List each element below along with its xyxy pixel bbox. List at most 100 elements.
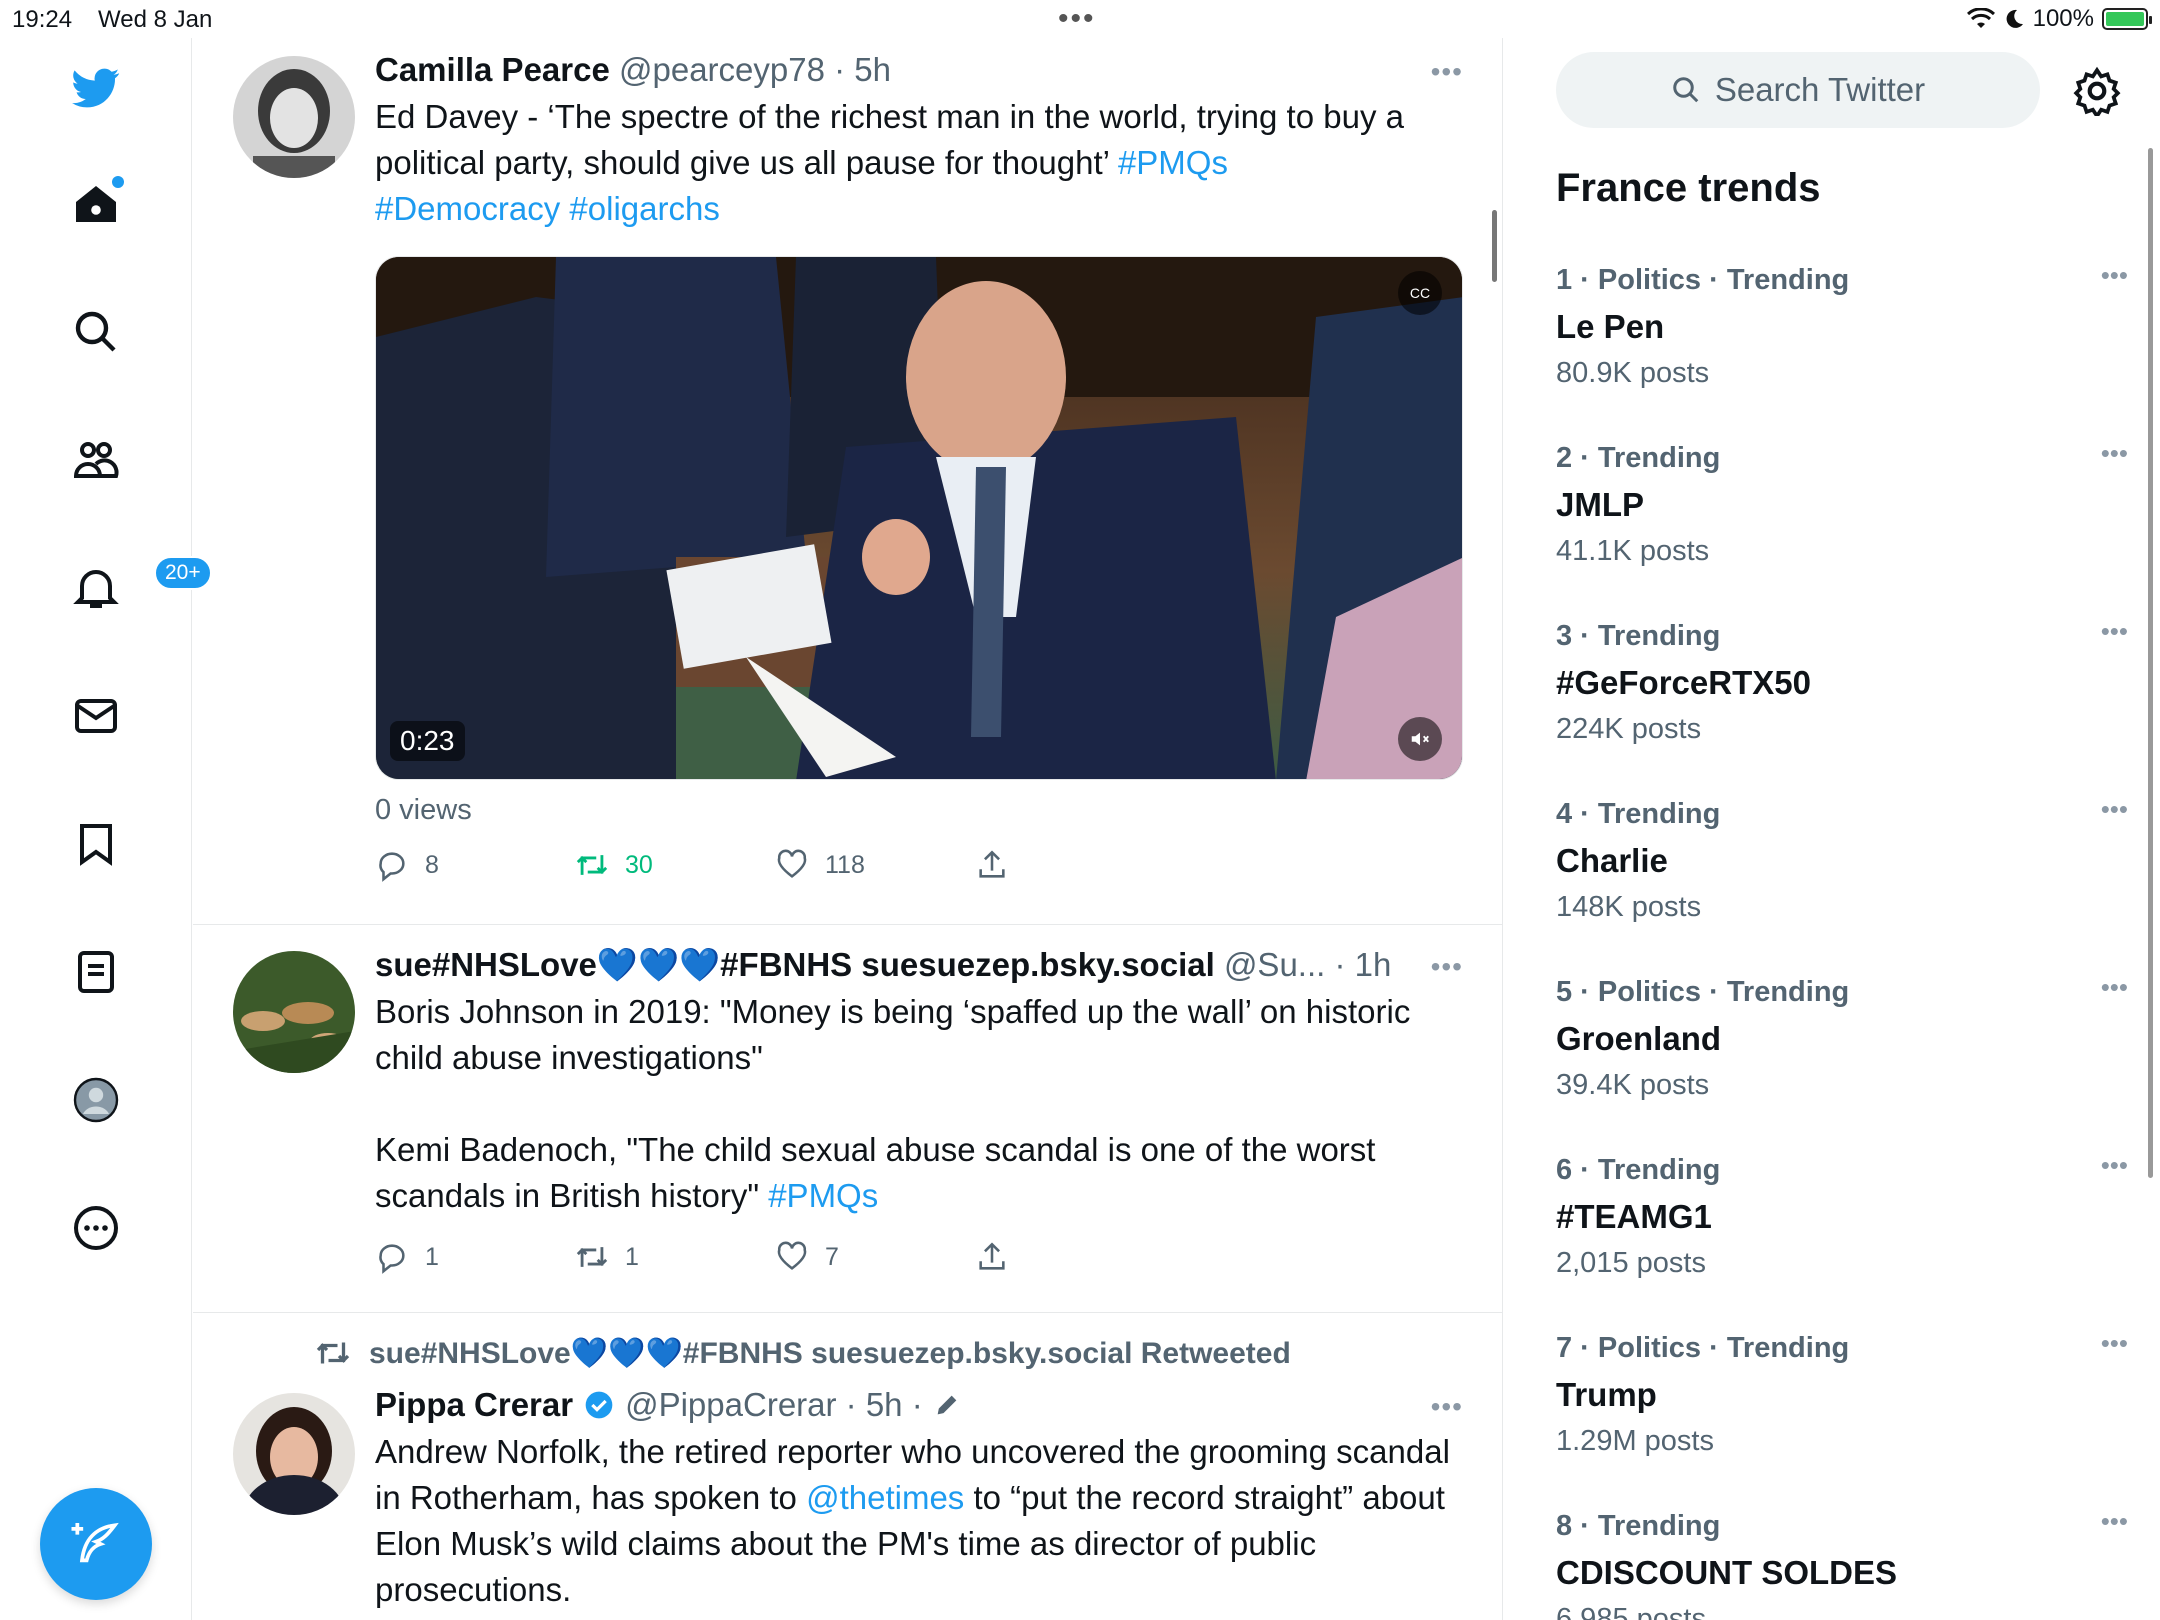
trend-count: 1.29M posts: [1556, 1425, 1714, 1457]
nav-profile[interactable]: [64, 1068, 128, 1132]
twitter-logo-icon[interactable]: [64, 56, 128, 120]
battery-percent: 100%: [2032, 5, 2094, 32]
trend-count: 224K posts: [1556, 713, 1702, 745]
share-button[interactable]: [975, 1240, 1175, 1274]
tweet-more-icon[interactable]: •••: [1431, 1391, 1463, 1423]
like-count: 118: [825, 850, 865, 879]
like-count: 7: [825, 1242, 839, 1271]
nav-notifications[interactable]: 20+: [64, 556, 212, 620]
retweet-icon: [576, 855, 608, 875]
trend-item[interactable]: 5 · Politics · Trending Groenland 39.4K …: [1556, 972, 2128, 1108]
tweet-handle-time[interactable]: @Su... · 1h: [1224, 946, 1391, 983]
trend-name: Trump: [1556, 1376, 1657, 1413]
trend-count: 148K posts: [1556, 891, 1702, 923]
trend-more-icon[interactable]: •••: [2101, 616, 2128, 647]
muted-speaker-icon: [1411, 732, 1429, 746]
nav-explore[interactable]: [64, 300, 128, 364]
retweet-button[interactable]: 30: [575, 848, 775, 882]
nav-home[interactable]: [64, 172, 128, 236]
trend-name: Groenland: [1556, 1020, 1722, 1057]
nav-communities[interactable]: [64, 428, 128, 492]
avatar[interactable]: [233, 951, 355, 1073]
tweet-text: Boris Johnson in 2019: "Money is being ‘…: [375, 993, 1411, 1214]
reply-count: 8: [425, 850, 439, 879]
trend-name: #TEAMG1: [1556, 1198, 1712, 1235]
reply-count: 1: [425, 1242, 439, 1271]
right-sidebar: Search Twitter France trends 1 · Politic…: [1504, 38, 2160, 1620]
like-button[interactable]: 7: [775, 1240, 975, 1274]
hashtag-link[interactable]: #PMQs: [1118, 144, 1228, 181]
multitasking-dots[interactable]: •••: [1058, 2, 1096, 36]
gear-icon[interactable]: [2072, 66, 2122, 116]
wifi-icon: [1966, 8, 1995, 28]
trend-more-icon[interactable]: •••: [2101, 260, 2128, 291]
reply-icon: [379, 1244, 405, 1274]
more-circle-icon: [74, 1206, 118, 1250]
trend-more-icon[interactable]: •••: [2101, 794, 2128, 825]
video-duration: 0:23: [390, 721, 465, 761]
tweet-more-icon[interactable]: •••: [1431, 56, 1463, 88]
envelope-icon: [75, 699, 117, 733]
home-unread-dot: [112, 176, 124, 188]
trend-count: 2,015 posts: [1556, 1247, 1706, 1279]
tweet[interactable]: sue#NHSLove💙💙💙#FBNHS suesuezep.bsky.soci…: [193, 925, 1502, 1313]
feather-plus-icon: [71, 1522, 119, 1563]
trend-item[interactable]: 4 · Trending Charlie 148K posts •••: [1556, 794, 2128, 930]
tweet-handle-time[interactable]: @PippaCrerar · 5h ·: [625, 1385, 923, 1425]
nav-lists[interactable]: [64, 940, 128, 1004]
trend-more-icon[interactable]: •••: [2101, 972, 2128, 1003]
retweet-icon: [316, 1342, 350, 1364]
sidebar-scrollbar[interactable]: [2148, 148, 2153, 1178]
trend-more-icon[interactable]: •••: [2101, 1506, 2128, 1537]
reply-button[interactable]: 1: [375, 1240, 575, 1274]
avatar[interactable]: [233, 56, 355, 178]
trend-item[interactable]: 3 · Trending #GeForceRTX50 224K posts ••…: [1556, 616, 2128, 752]
trend-item[interactable]: 1 · Politics · Trending Le Pen 80.9K pos…: [1556, 260, 2128, 396]
hashtag-link[interactable]: #PMQs: [768, 1177, 878, 1214]
captions-button[interactable]: CC: [1398, 271, 1442, 315]
trend-item[interactable]: 2 · Trending JMLP 41.1K posts •••: [1556, 438, 2128, 574]
tweet[interactable]: Camilla Pearce @pearceyp78 · 5h Ed Davey…: [193, 38, 1502, 925]
retweet-button[interactable]: 1: [575, 1240, 775, 1274]
trend-item[interactable]: 7 · Politics · Trending Trump 1.29M post…: [1556, 1328, 2128, 1464]
timeline-scrollbar[interactable]: [1492, 210, 1497, 282]
trend-more-icon[interactable]: •••: [2101, 1328, 2128, 1359]
trend-more-icon[interactable]: •••: [2101, 1150, 2128, 1181]
trend-name: Le Pen: [1556, 308, 1665, 345]
tweet-author-name[interactable]: sue#NHSLove💙💙💙#FBNHS suesuezep.bsky.soci…: [375, 946, 1215, 983]
retweet-count: 30: [625, 850, 653, 879]
retweeted-by[interactable]: sue#NHSLove💙💙💙#FBNHS suesuezep.bsky.soci…: [315, 1335, 1291, 1371]
share-button[interactable]: [975, 848, 1175, 882]
trend-item[interactable]: 6 · Trending #TEAMG1 2,015 posts •••: [1556, 1150, 2128, 1286]
compose-tweet-button[interactable]: [40, 1488, 152, 1600]
communities-icon: [73, 442, 119, 478]
hashtag-link[interactable]: #oligarchs: [569, 190, 719, 227]
trend-name: CDISCOUNT SOLDES: [1556, 1554, 1898, 1591]
tweet-handle-time[interactable]: @pearceyp78 · 5h: [619, 51, 891, 88]
search-input[interactable]: Search Twitter: [1556, 52, 2040, 128]
sidebar-nav: 20+: [0, 38, 212, 1620]
trends-title: France trends: [1556, 166, 1821, 210]
hashtag-link[interactable]: #Democracy: [375, 190, 560, 227]
nav-bookmarks[interactable]: [64, 812, 128, 876]
tweet-author-name[interactable]: Pippa Crerar: [375, 1385, 573, 1425]
tweet-more-icon[interactable]: •••: [1431, 951, 1463, 983]
tweet[interactable]: sue#NHSLove💙💙💙#FBNHS suesuezep.bsky.soci…: [193, 1313, 1502, 1620]
trend-item[interactable]: 8 · Trending CDISCOUNT SOLDES 6,985 post…: [1556, 1506, 2128, 1620]
tweet-author-name[interactable]: Camilla Pearce: [375, 51, 610, 88]
mention-link[interactable]: @thetimes: [806, 1479, 964, 1516]
nav-more[interactable]: [64, 1196, 128, 1260]
bookmark-icon: [80, 824, 112, 866]
tweet-video[interactable]: CC 0:23: [375, 256, 1463, 780]
trend-count: 39.4K posts: [1556, 1069, 1710, 1101]
search-icon: [75, 311, 116, 352]
avatar[interactable]: [233, 1393, 355, 1515]
trend-more-icon[interactable]: •••: [2101, 438, 2128, 469]
list-icon: [78, 951, 114, 993]
nav-messages[interactable]: [64, 684, 128, 748]
search-icon: [1673, 77, 1699, 103]
mute-toggle[interactable]: [1398, 717, 1442, 761]
reply-button[interactable]: 8: [375, 848, 575, 882]
like-button[interactable]: 118: [775, 848, 975, 882]
timeline[interactable]: Camilla Pearce @pearceyp78 · 5h Ed Davey…: [193, 38, 1503, 1620]
